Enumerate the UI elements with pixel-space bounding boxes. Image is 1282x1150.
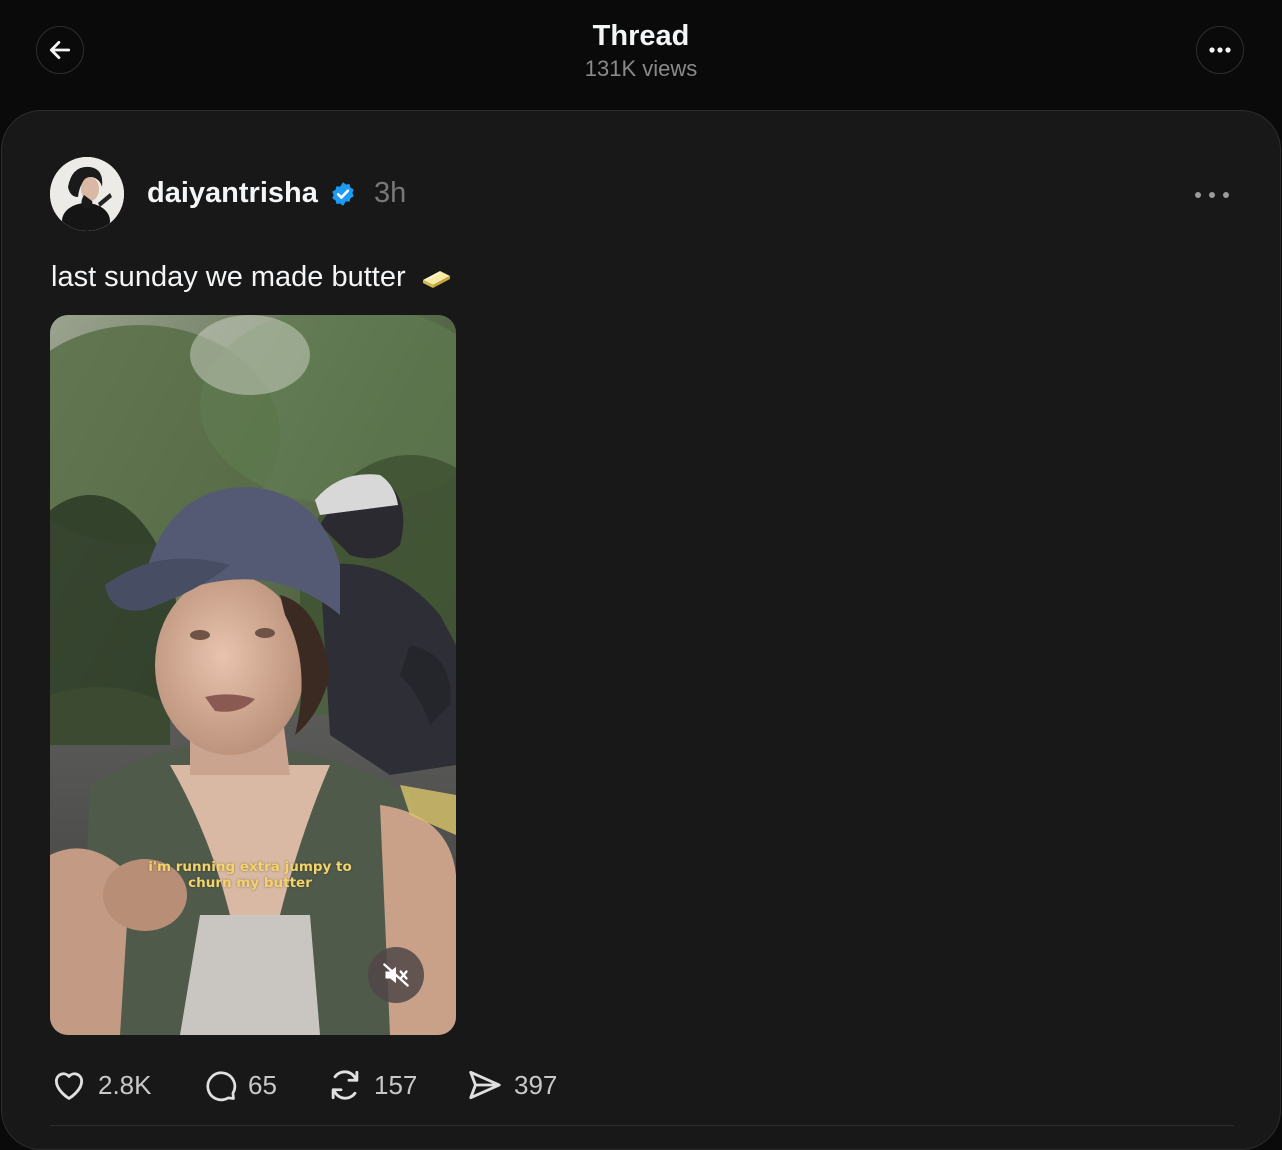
share-count: 397 [514, 1070, 558, 1100]
avatar[interactable] [50, 157, 124, 231]
speaker-muted-icon [383, 963, 409, 987]
more-horizontal-icon [1209, 47, 1231, 53]
post-more-icon[interactable] [1192, 185, 1232, 205]
send-icon [469, 1070, 501, 1100]
top-bar: Thread 131K views [0, 0, 1282, 110]
heart-icon [54, 1072, 84, 1100]
repost-count: 157 [374, 1070, 418, 1100]
reply-count: 65 [248, 1070, 277, 1100]
post-timestamp: 3h [374, 177, 407, 209]
post-text: last sunday we made butter [51, 257, 452, 297]
butter-icon [422, 271, 450, 289]
video-frame [50, 315, 456, 1035]
mute-button[interactable] [368, 947, 424, 1003]
repost-button[interactable]: 157 [326, 1063, 417, 1107]
thread-card: daiyantrisha 3h last sunday we made butt… [1, 110, 1281, 1150]
like-button[interactable]: 2.8K [50, 1063, 152, 1107]
video-caption: i'm running extra jumpy to churn my butt… [130, 859, 370, 891]
caption-line-2: churn my butter [188, 875, 312, 891]
caption-line-1: i'm running extra jumpy to [148, 859, 352, 875]
like-count: 2.8K [98, 1070, 152, 1100]
page-title: Thread [592, 20, 690, 52]
view-count: 131K views [584, 56, 698, 81]
post-body: last sunday we made butter [51, 261, 406, 293]
share-button[interactable]: 397 [466, 1063, 557, 1107]
username[interactable]: daiyantrisha [147, 175, 318, 211]
video-media[interactable]: i'm running extra jumpy to churn my butt… [50, 315, 456, 1035]
more-options-button[interactable] [1196, 26, 1244, 74]
header-title-group: Thread 131K views [0, 18, 1282, 84]
reply-button[interactable]: 65 [202, 1063, 277, 1107]
divider [50, 1125, 1234, 1126]
comment-icon [206, 1071, 237, 1102]
avatar-image [50, 157, 124, 231]
verified-badge-icon [332, 182, 354, 206]
repost-icon [331, 1070, 359, 1100]
